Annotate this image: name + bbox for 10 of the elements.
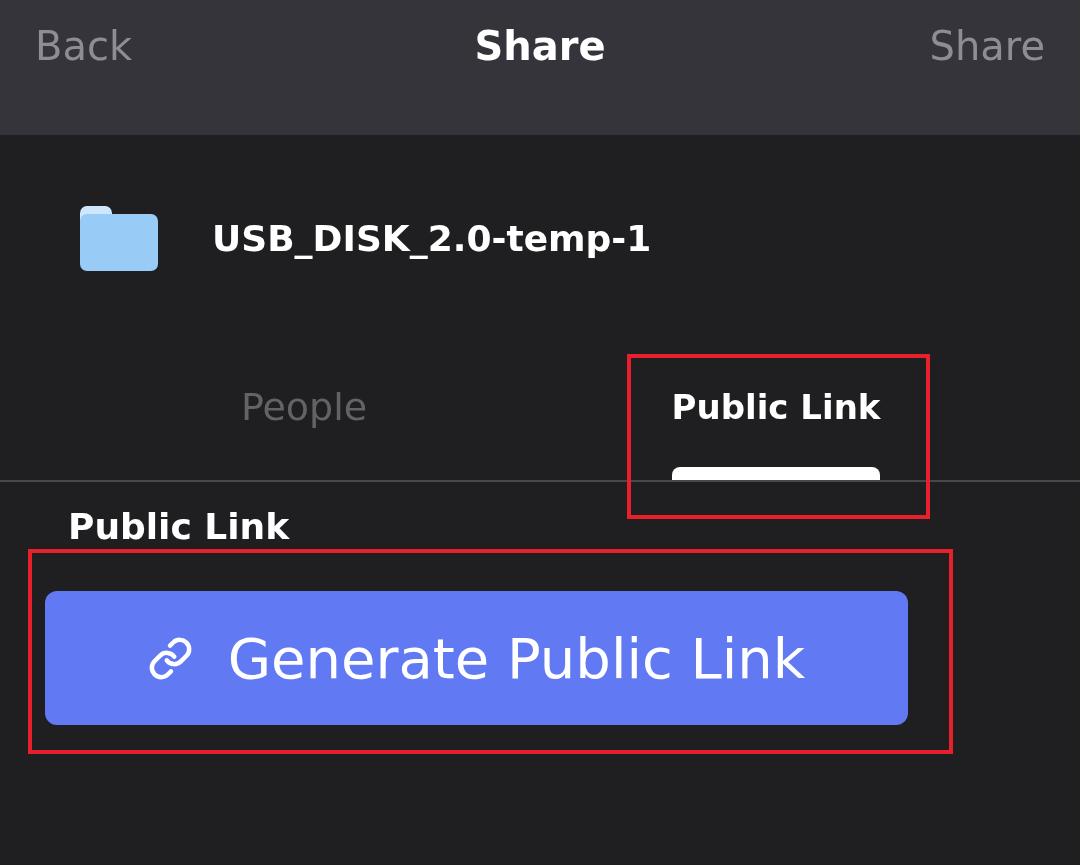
screen-title: Share [474,22,606,70]
folder-name: USB_DISK_2.0-temp-1 [212,216,652,261]
tab[interactable]: People [240,385,368,429]
back-button[interactable]: Back [35,22,133,70]
folder-icon [80,206,158,271]
link-icon [147,635,193,681]
tab[interactable]: Public Link [671,385,881,480]
generate-link-button[interactable]: Generate Public Link [45,591,908,725]
section-title: Public Link [68,505,290,549]
share-button[interactable]: Share [929,22,1045,70]
